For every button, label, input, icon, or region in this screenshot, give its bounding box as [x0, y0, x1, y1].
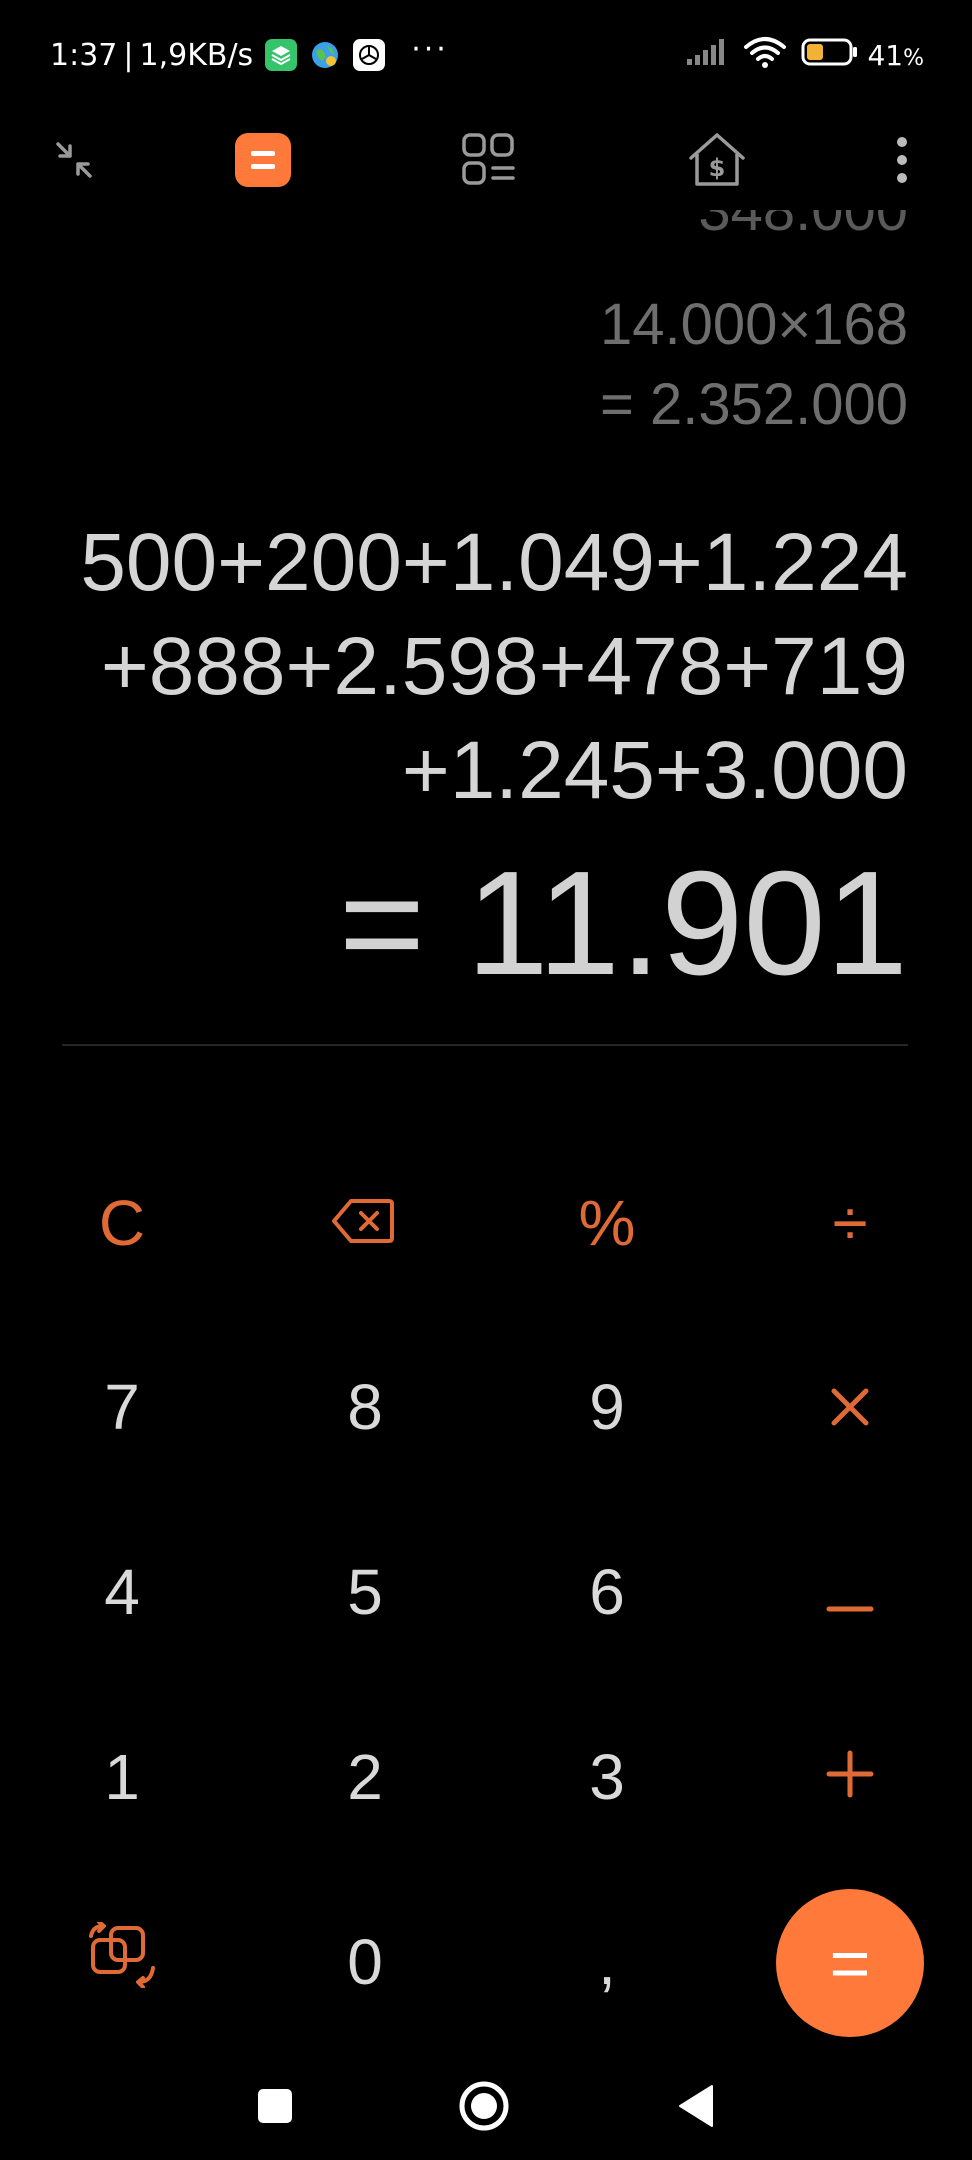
- minus-button[interactable]: [750, 1517, 950, 1667]
- clear-button[interactable]: C: [22, 1148, 222, 1298]
- calculator-display: 348.000 14.000×168 = 2.352.000 500+200+1…: [0, 210, 972, 1045]
- divide-button[interactable]: ÷: [750, 1148, 950, 1298]
- layers-app-icon: [265, 39, 298, 71]
- svg-text:$: $: [709, 154, 726, 182]
- equals-button[interactable]: =: [776, 1889, 924, 2037]
- display-divider: [62, 1044, 908, 1046]
- keypad: C % ÷ 7 8 9 4 5 6 1 2 3 0 , =: [0, 1060, 972, 2037]
- more-notifications-icon: ···: [411, 31, 449, 67]
- earth-app-icon: [309, 39, 341, 71]
- home-circle-icon: [458, 2080, 510, 2136]
- mortgage-icon: $: [685, 130, 749, 194]
- chatgpt-app-icon: [353, 39, 386, 71]
- digit-0-button[interactable]: 0: [265, 1887, 465, 2037]
- percent-button[interactable]: %: [507, 1148, 707, 1298]
- digit-9-button[interactable]: 9: [507, 1332, 707, 1482]
- result-display: = 11.901: [338, 841, 908, 1006]
- history-expression[interactable]: 14.000×168: [600, 296, 908, 354]
- more-options-button[interactable]: [870, 130, 934, 194]
- digit-6-button[interactable]: 6: [507, 1517, 707, 1667]
- decimal-button[interactable]: ,: [507, 1887, 707, 2037]
- status-left: 1:37 | 1,9KB/s ···: [50, 30, 449, 80]
- navigation-bar: [0, 2040, 972, 2160]
- digit-7-button[interactable]: 7: [22, 1332, 222, 1482]
- digit-4-button[interactable]: 4: [22, 1517, 222, 1667]
- expression-line-2: +888+2.598+478+719: [100, 621, 908, 712]
- mortgage-button[interactable]: $: [685, 130, 749, 194]
- minus-icon: [826, 1555, 874, 1629]
- status-separator: |: [123, 37, 134, 73]
- history-result[interactable]: = 2.352.000: [600, 376, 908, 434]
- status-bar: 1:37 | 1,9KB/s ··· 41%: [0, 0, 972, 110]
- digit-1-button[interactable]: 1: [22, 1702, 222, 1852]
- signal-icon: [685, 37, 729, 74]
- home-button[interactable]: [454, 2078, 514, 2138]
- plus-button[interactable]: [750, 1702, 950, 1852]
- battery-percent-value: 41: [867, 38, 904, 72]
- battery-icon: [801, 37, 859, 74]
- battery-percent: 41%: [867, 39, 924, 72]
- swap-icon: [85, 1919, 159, 2003]
- multiply-button[interactable]: [750, 1332, 950, 1482]
- battery-percent-unit: %: [903, 45, 924, 71]
- converter-button[interactable]: [457, 130, 521, 194]
- more-vertical-icon: [894, 136, 910, 188]
- recents-square-icon: [257, 2088, 293, 2128]
- digit-3-button[interactable]: 3: [507, 1702, 707, 1852]
- back-button[interactable]: [666, 2078, 726, 2138]
- multiply-icon: [828, 1370, 872, 1444]
- digit-8-button[interactable]: 8: [265, 1332, 465, 1482]
- collapse-icon: [52, 138, 96, 186]
- status-right: 41%: [671, 30, 924, 80]
- backspace-icon: [331, 1186, 395, 1260]
- wifi-icon: [743, 35, 787, 76]
- expression-line-1: 500+200+1.049+1.224: [80, 517, 908, 608]
- back-triangle-icon: [676, 2084, 716, 2132]
- converter-grid-icon: [461, 132, 517, 192]
- status-time: 1:37: [50, 37, 118, 73]
- calculator-mode-button[interactable]: [231, 130, 295, 194]
- switch-mode-button[interactable]: [22, 1887, 222, 2037]
- collapse-button[interactable]: [42, 130, 106, 194]
- plus-icon: [825, 1740, 875, 1814]
- history-prev-partial[interactable]: 348.000: [698, 210, 908, 240]
- recents-button[interactable]: [245, 2078, 305, 2138]
- toolbar: $: [0, 110, 972, 210]
- expression-line-3: +1.245+3.000: [401, 725, 908, 816]
- network-speed: 1,9KB/s: [139, 37, 254, 73]
- backspace-button[interactable]: [263, 1148, 463, 1298]
- digit-5-button[interactable]: 5: [265, 1517, 465, 1667]
- digit-2-button[interactable]: 2: [265, 1702, 465, 1852]
- calculator-mode-icon: [235, 133, 291, 191]
